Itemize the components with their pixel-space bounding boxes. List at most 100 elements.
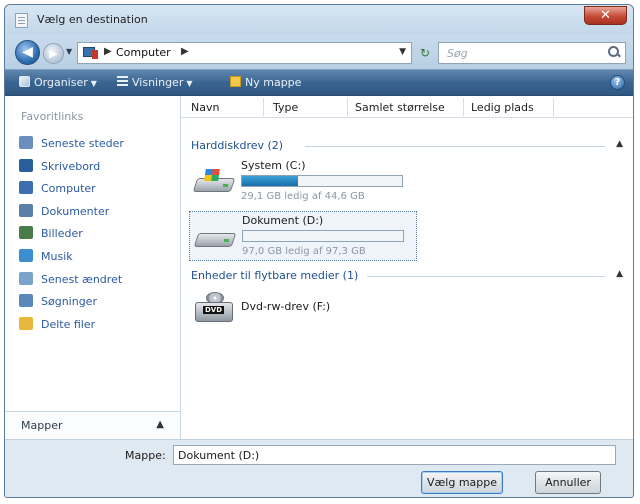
- drive-usage-bar: [242, 230, 404, 242]
- shared-folder-icon: [19, 316, 33, 330]
- column-header-name[interactable]: Navn: [191, 101, 219, 114]
- favorite-link-label: Computer: [41, 182, 96, 196]
- breadcrumb-separator-icon[interactable]: ▶: [181, 46, 189, 57]
- favorite-link-label: Billeder: [41, 227, 83, 241]
- documents-icon: [19, 203, 33, 217]
- column-divider[interactable]: [553, 98, 554, 116]
- close-button[interactable]: ✕: [584, 6, 627, 25]
- help-button[interactable]: ?: [610, 75, 625, 90]
- new-folder-button[interactable]: Ny mappe: [230, 76, 301, 89]
- dialog-footer: Mappe: Vælg mappe Annuller: [5, 439, 633, 497]
- breadcrumb-computer[interactable]: Computer: [116, 46, 171, 59]
- address-row: ◀ ▶ ▼ ▶ Computer ▶ ▼ ↻ Søg: [5, 35, 633, 69]
- folder-field-label: Mappe:: [125, 449, 166, 462]
- close-icon: ✕: [600, 8, 611, 23]
- desktop-icon: [19, 158, 33, 172]
- group-header-hard-drives[interactable]: Harddiskdrev (2): [191, 139, 283, 152]
- drive-name: Dokument (D:): [242, 214, 324, 227]
- favorite-link-label: Delte filer: [41, 317, 96, 331]
- organize-menu-button[interactable]: Organiser ▼: [19, 76, 97, 89]
- dvd-badge: DVD: [203, 306, 225, 314]
- favorite-link-item[interactable]: Musik: [19, 248, 124, 272]
- column-header-free-space[interactable]: Ledig plads: [471, 101, 534, 114]
- views-label: Visninger: [132, 76, 184, 89]
- new-folder-label: Ny mappe: [245, 76, 302, 89]
- chevron-up-icon[interactable]: ▲: [616, 139, 623, 149]
- folder-picker-dialog: Vælg en destination ✕ ◀ ▶ ▼ ▶ Computer ▶…: [4, 4, 634, 498]
- favorite-link-item[interactable]: Dokumenter: [19, 203, 124, 227]
- favorite-links-header: Favoritlinks: [21, 110, 84, 123]
- chevron-up-icon[interactable]: ▲: [616, 269, 623, 279]
- forward-arrow-icon: ▶: [49, 47, 58, 60]
- drive-usage-fill: [242, 176, 298, 186]
- column-divider[interactable]: [463, 98, 464, 116]
- group-divider: [305, 146, 605, 147]
- file-list-pane: Navn Type Samlet størrelse Ledig plads H…: [181, 96, 633, 439]
- folders-label: Mapper: [21, 419, 63, 432]
- recently-changed-icon: [19, 271, 33, 285]
- favorite-link-label: Dokumenter: [41, 204, 110, 218]
- favorite-link-item[interactable]: Computer: [19, 181, 124, 204]
- dialog-icon: [15, 13, 28, 28]
- drive-name: Dvd-rw-drev (F:): [241, 300, 331, 313]
- pictures-icon: [19, 226, 33, 240]
- forward-button[interactable]: ▶: [43, 43, 64, 64]
- drive-item-dokument-d[interactable]: Dokument (D:) 97,0 GB ledig af 97,3 GB: [189, 211, 417, 261]
- search-input[interactable]: Søg: [438, 42, 626, 64]
- favorite-links-list: Seneste steder Skrivebord Computer Dokument…: [19, 136, 124, 339]
- favorite-link-label: Senest ændret: [41, 272, 123, 286]
- refresh-icon: ↻: [419, 46, 431, 60]
- favorite-link-item[interactable]: Seneste steder: [19, 136, 124, 159]
- views-icon: [117, 76, 128, 87]
- organize-label: Organiser: [34, 76, 88, 89]
- new-folder-icon: [230, 76, 241, 87]
- hard-drive-icon: [193, 224, 238, 254]
- drive-item-dvd-f[interactable]: DVD Dvd-rw-drev (F:): [189, 286, 429, 330]
- column-divider[interactable]: [263, 98, 264, 116]
- folders-toggle-bar[interactable]: Mapper ▲: [5, 411, 180, 439]
- favorite-link-label: Seneste steder: [41, 137, 124, 150]
- title-bar[interactable]: Vælg en destination ✕: [5, 5, 633, 35]
- drive-name: System (C:): [241, 159, 306, 172]
- refresh-button[interactable]: ↻: [414, 42, 436, 64]
- favorite-link-item[interactable]: Skrivebord: [19, 158, 124, 182]
- navigation-pane: Favoritlinks Seneste steder Skrivebord Com…: [5, 96, 181, 439]
- favorite-link-item[interactable]: Billeder: [19, 226, 124, 249]
- select-folder-button[interactable]: Vælg mappe: [421, 471, 503, 494]
- help-icon: ?: [614, 77, 621, 88]
- drive-item-system-c[interactable]: System (C:) 29,1 GB ledig af 44,6 GB: [189, 157, 417, 207]
- recent-pages-button[interactable]: ▼: [66, 47, 72, 56]
- organize-icon: [19, 76, 30, 87]
- column-divider[interactable]: [347, 98, 348, 116]
- chevron-down-icon: ▼: [90, 79, 97, 88]
- back-arrow-icon: ◀: [22, 44, 33, 60]
- address-dropdown-chevron-icon[interactable]: ▼: [399, 47, 406, 57]
- command-toolbar: Organiser ▼ Visninger ▼ Ny mappe ?: [5, 69, 633, 96]
- column-header-total-size[interactable]: Samlet størrelse: [355, 101, 445, 114]
- group-header-removable-media[interactable]: Enheder til flytbare medier (1): [191, 269, 358, 282]
- favorite-link-label: Musik: [41, 249, 73, 263]
- views-menu-button[interactable]: Visninger ▼: [117, 76, 193, 89]
- address-bar[interactable]: ▶ Computer ▶ ▼: [77, 42, 412, 64]
- dvd-drive-icon: DVD: [193, 292, 237, 326]
- search-placeholder: Søg: [447, 47, 468, 60]
- computer-icon: [83, 47, 99, 59]
- search-icon[interactable]: [608, 46, 620, 58]
- back-button[interactable]: ◀: [15, 40, 40, 65]
- group-divider: [367, 276, 605, 277]
- favorite-link-label: Skrivebord: [41, 159, 101, 173]
- column-headers: Navn Type Samlet størrelse Ledig plads: [181, 96, 633, 118]
- drive-free-space: 29,1 GB ledig af 44,6 GB: [241, 191, 365, 202]
- drive-usage-bar: [241, 175, 403, 187]
- breadcrumb-separator-icon[interactable]: ▶: [104, 46, 112, 57]
- favorite-link-item[interactable]: Delte filer: [19, 316, 124, 340]
- chevron-down-icon: ▼: [186, 79, 193, 88]
- favorite-link-item[interactable]: Søgninger: [19, 294, 124, 317]
- cancel-button[interactable]: Annuller: [535, 471, 601, 494]
- folder-name-input[interactable]: [173, 445, 616, 465]
- recent-places-icon: [19, 136, 33, 149]
- favorite-link-item[interactable]: Senest ændret: [19, 271, 124, 295]
- drive-free-space: 97,0 GB ledig af 97,3 GB: [242, 246, 366, 257]
- column-header-type[interactable]: Type: [273, 101, 298, 114]
- chevron-up-icon[interactable]: ▲: [156, 419, 164, 430]
